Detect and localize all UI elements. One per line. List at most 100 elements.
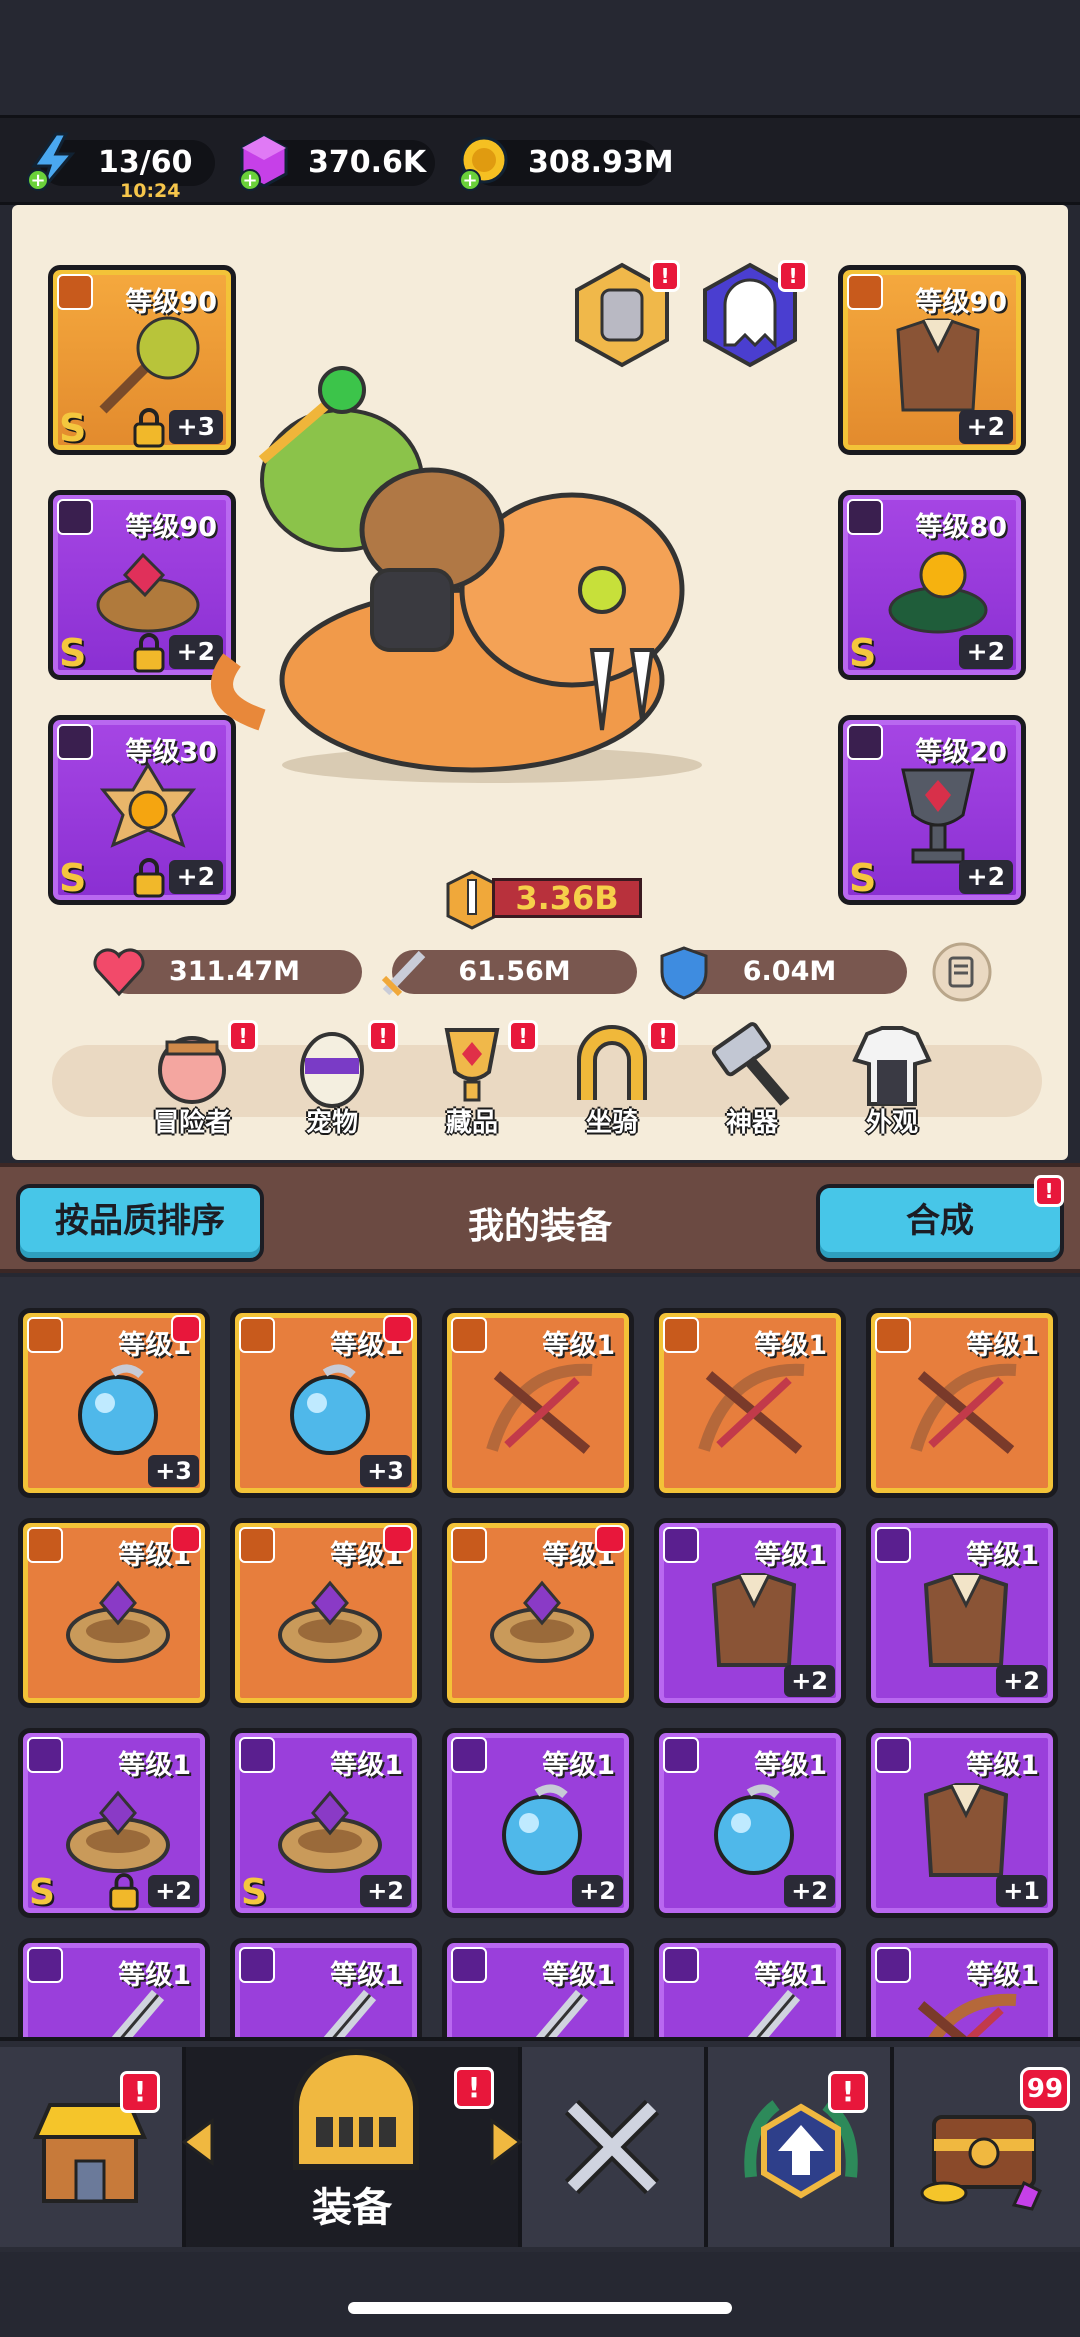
bow-type-icon bbox=[875, 1947, 911, 1983]
collection-alert-badge: ! bbox=[508, 1020, 538, 1052]
coin-icon: + bbox=[459, 136, 508, 191]
equipped-goblet-slot[interactable]: 等级20 S +2 bbox=[838, 715, 1026, 905]
equipment-item[interactable]: 等级1 bbox=[442, 1308, 634, 1498]
gold-resource[interactable]: + 308.93M bbox=[459, 136, 674, 191]
sword-type-icon bbox=[239, 1947, 275, 1983]
bow-icon bbox=[486, 1363, 593, 1454]
sword-type-icon bbox=[663, 1947, 699, 1983]
item-level: 等级1 bbox=[542, 1330, 615, 1361]
orb-type-icon bbox=[451, 1737, 487, 1773]
gem-value: 370.6K bbox=[308, 145, 427, 180]
right-arrow-icon[interactable] bbox=[486, 2117, 526, 2167]
bow-type-icon bbox=[875, 1317, 911, 1353]
left-arrow-icon[interactable] bbox=[178, 2117, 218, 2167]
ghost-alert-badge: ! bbox=[778, 260, 808, 292]
equipment-item[interactable]: 等级1 +2 bbox=[442, 1728, 634, 1918]
equipped-ring2-slot[interactable]: 等级80 S +2 bbox=[838, 490, 1026, 680]
item-level: 等级1 bbox=[754, 1750, 827, 1781]
sword-type-icon bbox=[57, 274, 93, 310]
armor-type-icon bbox=[663, 1527, 699, 1563]
equipment-grid: 等级1 +3 等级1 +3 等级1 等级1 等级1 等级1 等级1 等级1 等级1 +2 等级1 +2 等级… bbox=[0, 1277, 1080, 2037]
merge-button[interactable]: 合成 bbox=[816, 1184, 1064, 1262]
nav-collection[interactable]: 藏品 ! bbox=[412, 1020, 538, 1150]
outfit-icon bbox=[852, 1026, 932, 1106]
item-level: 等级1 bbox=[118, 1960, 191, 1991]
equipment-item[interactable]: 等级1 bbox=[654, 1938, 846, 2037]
sword-icon bbox=[381, 950, 426, 997]
adventurer-alert-badge: ! bbox=[228, 1020, 258, 1052]
equipment-item[interactable]: 等级1 +2 S bbox=[230, 1728, 422, 1918]
equipment-item[interactable]: 等级1 +2 bbox=[654, 1728, 846, 1918]
hammer-icon bbox=[711, 1022, 790, 1106]
equipment-item[interactable]: 等级1 bbox=[866, 1938, 1058, 2037]
item-level: 等级1 bbox=[330, 1750, 403, 1781]
item-grade: S bbox=[29, 1872, 55, 1913]
tab-equipment[interactable]: ! 装备 bbox=[181, 2047, 523, 2247]
tab-chest[interactable]: 99 bbox=[894, 2047, 1080, 2247]
equipment-item[interactable]: 等级1 +3 bbox=[230, 1308, 422, 1498]
item-plus: +2 bbox=[148, 1875, 199, 1907]
upgrade-arrow-badge bbox=[383, 1315, 413, 1343]
bow-type-icon bbox=[663, 1317, 699, 1353]
nav-adventurer[interactable]: 冒险者 ! bbox=[132, 1020, 258, 1150]
bow-icon bbox=[698, 1363, 805, 1454]
equipment-item[interactable]: 等级1 bbox=[654, 1308, 846, 1498]
gold-value: 308.93M bbox=[528, 145, 674, 180]
item-plus: +2 bbox=[784, 1875, 835, 1907]
lock-icon bbox=[109, 1873, 139, 1911]
orb-type-icon bbox=[663, 1737, 699, 1773]
tab-shop[interactable]: ! bbox=[0, 2047, 186, 2247]
adventurer-icon bbox=[158, 1036, 226, 1104]
equipment-item[interactable]: 等级1 bbox=[18, 1938, 210, 2037]
equipment-item[interactable]: 等级1 bbox=[442, 1938, 634, 2037]
upgrade-arrow-badge bbox=[383, 1525, 413, 1553]
item-level: 等级1 bbox=[118, 1750, 191, 1781]
equipment-item[interactable]: 等级1 bbox=[442, 1518, 634, 1708]
gem-resource[interactable]: + 370.6K bbox=[239, 134, 435, 191]
bow-icon bbox=[910, 1363, 1017, 1454]
equipment-tab-alert-badge: ! bbox=[454, 2067, 494, 2109]
tab-upgrade[interactable]: ! bbox=[708, 2047, 894, 2247]
equipment-item[interactable]: 等级1 bbox=[866, 1308, 1058, 1498]
ring-icon bbox=[278, 1580, 382, 1663]
goblet-icon bbox=[901, 768, 975, 864]
tab-battle[interactable] bbox=[522, 2047, 708, 2247]
nav-pet[interactable]: 宠物 ! bbox=[272, 1020, 398, 1150]
item-plus: +3 bbox=[360, 1455, 411, 1487]
upgrade-arrow-badge bbox=[171, 1525, 201, 1553]
ring-icon bbox=[490, 1580, 594, 1663]
equipment-item[interactable]: 等级1 bbox=[230, 1938, 422, 2037]
armor-type-icon bbox=[875, 1527, 911, 1563]
equipment-item[interactable]: 等级1 +3 bbox=[18, 1308, 210, 1498]
item-level: 等级1 bbox=[966, 1960, 1039, 1991]
nav-appearance[interactable]: 外观 bbox=[832, 1020, 952, 1150]
equipment-item[interactable]: 等级1 bbox=[18, 1518, 210, 1708]
item-level: 等级1 bbox=[966, 1540, 1039, 1571]
power-value: 3.36B bbox=[492, 878, 642, 918]
equipped-armor-slot[interactable]: 等级90 +2 bbox=[838, 265, 1026, 455]
necklace-type-icon bbox=[57, 724, 93, 760]
knight-alert-badge: ! bbox=[650, 260, 680, 292]
item-level: 等级1 bbox=[966, 1330, 1039, 1361]
bow-icon bbox=[917, 1993, 1017, 2037]
orb-type-icon bbox=[239, 1317, 275, 1353]
stats-details-icon[interactable] bbox=[932, 942, 992, 1002]
equipment-item[interactable]: 等级1 +2 S bbox=[18, 1728, 210, 1918]
energy-timer: 10:24 bbox=[120, 180, 181, 202]
game-screen: { "resources": { "energy": "13/60", "ene… bbox=[0, 0, 1080, 2337]
orb-icon bbox=[714, 1784, 794, 1875]
orb-icon bbox=[290, 1364, 370, 1455]
sword-icon bbox=[747, 1989, 801, 2037]
nav-artifact[interactable]: 神器 bbox=[692, 1020, 812, 1150]
equipment-item[interactable]: 等级1 +2 bbox=[654, 1518, 846, 1708]
equipment-item[interactable]: 等级1 bbox=[230, 1518, 422, 1708]
equipment-item[interactable]: 等级1 +2 bbox=[866, 1518, 1058, 1708]
energy-resource[interactable]: + 13/60 10:24 bbox=[27, 132, 215, 202]
attack-stat: 61.56M bbox=[381, 950, 637, 997]
ring-icon bbox=[66, 1790, 170, 1873]
equipment-item[interactable]: 等级1 +1 bbox=[866, 1728, 1058, 1918]
item-level: 等级1 bbox=[754, 1540, 827, 1571]
svg-text:+: + bbox=[30, 170, 45, 191]
hp-stat: 311.47M bbox=[93, 948, 362, 997]
nav-mount[interactable]: 坐骑 ! bbox=[552, 1020, 678, 1150]
